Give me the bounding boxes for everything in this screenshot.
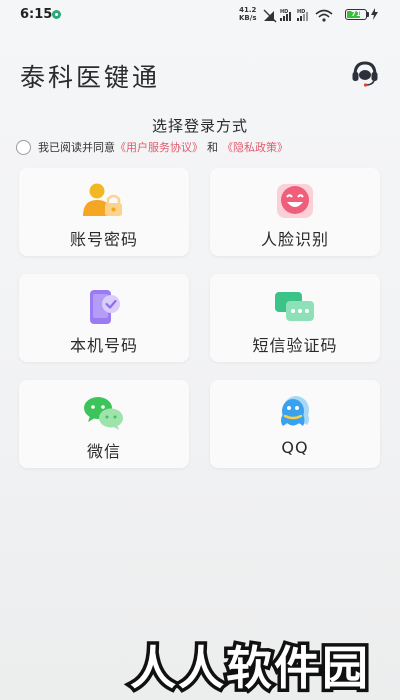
no-sim-icon (263, 9, 277, 23)
battery-level: 71 (351, 10, 361, 18)
headset-service-icon[interactable] (350, 58, 380, 88)
login-qq-button[interactable]: QQ (210, 380, 380, 468)
hd-signal-icon-2: HD (297, 9, 308, 21)
privacy-policy-link[interactable]: 《隐私政策》 (222, 139, 288, 155)
network-speed-value: 41.2 (239, 6, 257, 14)
battery-tip (367, 12, 369, 17)
login-method-label: 人脸识别 (260, 230, 329, 249)
login-wechat-button[interactable]: 微信 (19, 380, 189, 468)
notification-dot-icon (52, 10, 61, 19)
battery-icon: 71 (345, 9, 367, 20)
charging-icon (371, 8, 378, 20)
status-icons: HD HD (263, 9, 333, 23)
agreement-and: 和 (207, 141, 218, 154)
login-method-label: 本机号码 (69, 336, 138, 355)
login-method-label: QQ (281, 438, 309, 457)
login-method-label: 短信验证码 (252, 336, 338, 355)
agreement-checkbox[interactable] (16, 139, 31, 155)
account-password-icon (83, 183, 122, 216)
status-bar: 6:15 41.2 KB/s HD HD 71 (0, 0, 400, 30)
app-title: 泰科医键通 (20, 63, 161, 92)
hd-signal-icon: HD (280, 9, 291, 21)
login-method-label: 账号密码 (69, 230, 138, 249)
agreement-row: 我已阅读并同意 《用户服务协议》 和 《隐私政策》 (16, 137, 288, 157)
wechat-icon (84, 397, 123, 430)
qq-icon (281, 396, 309, 426)
login-sms-code-button[interactable]: 短信验证码 (210, 274, 380, 362)
sms-code-icon (275, 292, 314, 321)
local-phone-icon (90, 290, 120, 324)
network-speed-unit: KB/s (239, 14, 257, 22)
agreement-prefix: 我已阅读并同意 (38, 141, 115, 154)
wifi-icon (315, 9, 333, 22)
face-recognition-icon (277, 184, 313, 218)
network-speed: 41.2 KB/s (239, 6, 256, 22)
login-face-recognition-button[interactable]: 人脸识别 (210, 168, 380, 256)
login-local-phone-button[interactable]: 本机号码 (19, 274, 189, 362)
login-method-title: 选择登录方式 (151, 117, 248, 135)
login-method-label: 微信 (86, 442, 121, 461)
watermark-logo: 人人软件园 (127, 638, 372, 699)
svg-text:人人软件园: 人人软件园 (130, 641, 370, 695)
login-account-password-button[interactable]: 账号密码 (19, 168, 189, 256)
user-agreement-link[interactable]: 《用户服务协议》 (115, 139, 203, 155)
status-time: 6:15 (20, 7, 53, 22)
